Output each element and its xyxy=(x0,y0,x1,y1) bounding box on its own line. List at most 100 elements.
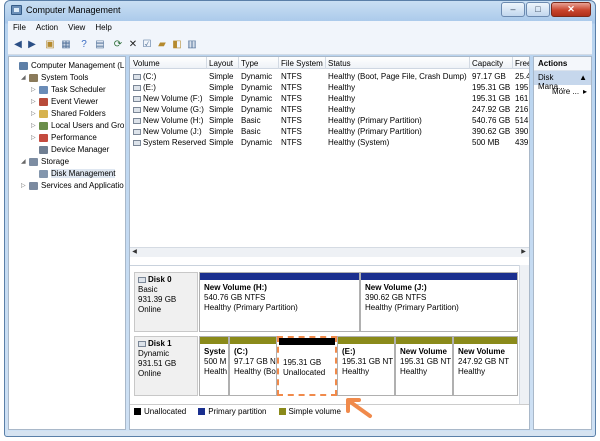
table-cell: Simple xyxy=(209,105,238,114)
expand-arrow-icon[interactable]: ▷ xyxy=(31,110,37,117)
table-row[interactable]: New Volume (G:) Simple Dynamic NTFS Healthy 2… xyxy=(130,104,529,115)
table-row[interactable]: (E:) Simple Dynamic NTFS Healthy 195.31 GB 195… xyxy=(130,82,529,93)
table-cell: Basic xyxy=(241,127,278,136)
table-cell: Healthy (Boot, Page File, Crash Dump) xyxy=(328,72,469,81)
cell-text: 216. xyxy=(515,105,530,114)
partition[interactable]: New Volume (H:) 540.76 GB NTFS Healthy (Pr… xyxy=(199,272,360,332)
tree-item[interactable]: Computer Management (L xyxy=(11,60,124,71)
forward-arrow-icon[interactable]: ▶ xyxy=(26,39,38,51)
close-button[interactable]: ✕ xyxy=(551,2,591,17)
partition-type-bar xyxy=(361,273,517,280)
table-cell: Healthy xyxy=(328,94,469,103)
partition-line3: Healthy (Boo xyxy=(234,367,277,376)
view-icon[interactable]: ▥ xyxy=(186,39,198,51)
vertical-scrollbar[interactable] xyxy=(519,265,529,404)
tree-item[interactable]: ▷ Local Users and Gro xyxy=(31,120,124,131)
cell-text: Simple xyxy=(209,127,234,136)
cell-text: NTFS xyxy=(281,94,302,103)
expand-arrow-icon[interactable]: ▷ xyxy=(31,86,37,93)
delete-icon[interactable]: ✕ xyxy=(127,39,139,51)
tree-item[interactable]: ▷ Shared Folders xyxy=(31,108,106,119)
column-status[interactable]: Status xyxy=(328,59,351,68)
minimize-button[interactable]: – xyxy=(501,2,525,17)
menu-file[interactable]: File xyxy=(8,21,31,35)
table-row[interactable]: New Volume (J:) Simple Basic NTFS Healthy (P… xyxy=(130,126,529,137)
expand-arrow-icon[interactable]: ◢ xyxy=(21,74,27,81)
collapse-up-icon[interactable]: ▲ xyxy=(579,73,587,83)
disk-status: Online xyxy=(138,369,162,378)
expand-arrow-icon[interactable]: ▷ xyxy=(21,182,27,189)
table-cell: NTFS xyxy=(281,127,325,136)
table-cell: 195.31 GB xyxy=(472,94,512,103)
actions-selected-label: Disk Mana... xyxy=(538,73,565,91)
column-volume[interactable]: Volume xyxy=(133,59,160,68)
tree-item-label: Task Scheduler xyxy=(51,85,106,94)
cell-text: NTFS xyxy=(281,127,302,136)
tree-item[interactable]: ◢ Storage xyxy=(21,156,69,167)
volume-icon xyxy=(133,84,141,91)
menu-action[interactable]: Action xyxy=(31,21,63,35)
volume-icon xyxy=(133,128,141,135)
table-row[interactable]: New Volume (H:) Simple Basic NTFS Healthy (P… xyxy=(130,115,529,126)
table-row[interactable]: (C:) Simple Dynamic NTFS Healthy (Boot, Page… xyxy=(130,71,529,82)
up-folder-icon[interactable]: ▣ xyxy=(44,39,56,51)
properties-icon[interactable]: ▤ xyxy=(94,39,106,51)
refresh-icon[interactable]: ⟳ xyxy=(112,39,124,51)
scroll-right-icon[interactable]: ▶ xyxy=(519,248,528,257)
menu-view[interactable]: View xyxy=(63,21,90,35)
cell-text: Healthy xyxy=(328,105,356,114)
partition-text: New Volume (H:) 540.76 GB NTFS Healthy (Pr… xyxy=(204,283,298,313)
cell-text: Healthy xyxy=(328,83,356,92)
open-folder-icon[interactable]: ▰ xyxy=(156,39,168,51)
partition[interactable]: New Volume (J:) 390.62 GB NTFS Healthy (Pr… xyxy=(360,272,518,332)
partition[interactable]: New Volume 195.31 GB NT Healthy xyxy=(395,336,453,396)
expand-arrow-icon[interactable]: ◢ xyxy=(21,158,27,165)
tree-item[interactable]: Disk Management xyxy=(31,168,116,179)
tree-item[interactable]: ▷ Event Viewer xyxy=(31,96,98,107)
tree-node-icon xyxy=(29,157,38,166)
table-cell: 97.17 GB xyxy=(472,72,512,81)
table-cell: System Reserved xyxy=(133,138,206,147)
tree-item[interactable]: Device Manager xyxy=(31,144,109,155)
maximize-button[interactable]: □ xyxy=(526,2,550,17)
column-type[interactable]: Type xyxy=(241,59,258,68)
table-row[interactable]: System Reserved Simple Dynamic NTFS Healthy … xyxy=(130,137,529,148)
disk-label[interactable]: Disk 1 Dynamic 931.51 GB Online xyxy=(134,336,198,396)
column-file-system[interactable]: File System xyxy=(281,59,323,68)
tree-item[interactable]: ▷ Performance xyxy=(31,132,97,143)
cell-text: 247.92 GB xyxy=(472,105,511,114)
title-bar[interactable]: Computer Management – □ ✕ xyxy=(5,1,595,20)
disk-label[interactable]: Disk 0 Basic 931.39 GB Online xyxy=(134,272,198,332)
help-icon[interactable]: ? xyxy=(78,39,90,51)
partition-line3: Healthy xyxy=(400,367,428,376)
tree-item[interactable]: ◢ System Tools xyxy=(21,72,88,83)
tree-item[interactable]: ▷ Services and Applicatio xyxy=(21,180,124,191)
cell-text: Healthy (Primary Partition) xyxy=(328,127,422,136)
tree-item[interactable]: ▷ Task Scheduler xyxy=(31,84,106,95)
partition[interactable]: (E:) 195.31 GB NT Healthy xyxy=(337,336,395,396)
search-folder-icon[interactable]: ◧ xyxy=(171,39,183,51)
back-arrow-icon[interactable]: ◀ xyxy=(12,39,24,51)
table-cell: 25.4 xyxy=(515,72,529,81)
show-hide-tree-icon[interactable]: ▦ xyxy=(60,39,72,51)
callout-arrow-path xyxy=(346,398,372,418)
expand-arrow-icon[interactable]: ▷ xyxy=(31,98,37,105)
unallocated-space[interactable]: 195.31 GB Unallocated xyxy=(277,336,337,396)
cell-text: Healthy (System) xyxy=(328,138,390,147)
column-layout[interactable]: Layout xyxy=(209,59,233,68)
column-free[interactable]: Free xyxy=(515,59,529,68)
expand-arrow-icon[interactable]: ▷ xyxy=(31,134,37,141)
cell-text: NTFS xyxy=(281,83,302,92)
expand-arrow-icon[interactable]: ▷ xyxy=(31,122,37,129)
scroll-left-icon[interactable]: ◀ xyxy=(130,248,139,257)
partition[interactable]: Syste 500 M Health xyxy=(199,336,229,396)
check-icon[interactable]: ☑ xyxy=(141,39,153,51)
cell-text: 390. xyxy=(515,127,530,136)
table-row[interactable]: New Volume (F:) Simple Dynamic NTFS Healthy 1… xyxy=(130,93,529,104)
partition[interactable]: (C:)97.17 GB NTFHealthy (Boo xyxy=(229,336,277,396)
actions-disk-management[interactable]: Disk Mana... ▲ xyxy=(534,71,591,91)
menu-help[interactable]: Help xyxy=(90,21,116,35)
horizontal-scrollbar[interactable]: ◀ ▶ xyxy=(130,247,529,257)
column-capacity[interactable]: Capacity xyxy=(472,59,503,68)
partition[interactable]: New Volume 247.92 GB NT Healthy xyxy=(453,336,518,396)
